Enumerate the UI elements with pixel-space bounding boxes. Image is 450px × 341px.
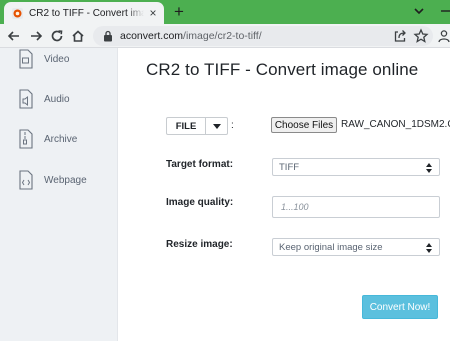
resize-image-value: Keep original image size [279,241,383,253]
share-icon[interactable] [392,28,408,44]
sidebar-item-video[interactable]: Video [18,48,114,70]
lock-icon[interactable] [103,30,113,42]
converter-panel: CR2 to TIFF - Convert image online FILE … [119,48,450,341]
target-format-label: Target format: [166,159,234,170]
convert-now-button[interactable]: Convert Now! [362,295,438,319]
favicon-icon [12,7,23,19]
tab-close-icon[interactable]: × [146,6,160,20]
video-icon [19,49,33,69]
reload-icon[interactable] [49,28,65,44]
sidebar-item-webpage[interactable]: Webpage [18,169,114,191]
select-arrows-icon [426,243,432,253]
caret-down-icon [212,123,221,129]
file-colon: : [231,120,234,131]
sidebar-item-audio[interactable]: Audio [18,88,114,110]
tab-search-chevron-icon[interactable] [412,4,426,18]
url-domain: aconvert.com [120,30,184,42]
file-source-dropdown-toggle[interactable] [206,117,228,135]
tab-bar: CR2 to TIFF - Convert image online × + [0,0,450,24]
choose-files-button[interactable]: Choose Files [271,117,337,133]
target-format-select[interactable]: TIFF [272,158,440,176]
back-arrow-icon[interactable] [6,28,22,44]
bookmark-star-icon[interactable] [413,28,429,44]
target-format-value: TIFF [279,161,300,173]
archive-icon [19,129,33,149]
image-quality-input[interactable]: 1...100 [272,196,440,218]
image-quality-placeholder: 1...100 [281,202,309,212]
browser-toolbar: aconvert.com/image/cr2-to-tiff/ [0,24,450,48]
new-tab-button[interactable]: + [170,3,188,21]
sidebar-item-label: Audio [44,93,70,105]
browser-tab[interactable]: CR2 to TIFF - Convert image online × [4,2,164,24]
file-source-button[interactable]: FILE [166,117,206,135]
sidebar: Video Audio Archive Webpage [0,48,118,341]
webpage-icon [19,170,33,190]
home-icon[interactable] [70,28,86,44]
minimize-icon[interactable] [440,4,450,18]
sidebar-item-archive[interactable]: Archive [18,128,114,150]
sidebar-item-label: Archive [44,133,78,145]
page-title: CR2 to TIFF - Convert image online [146,60,419,79]
forward-arrow-icon[interactable] [28,28,44,44]
sidebar-item-label: Webpage [44,174,87,186]
select-arrows-icon [426,163,432,173]
selected-file-name: RAW_CANON_1DSM2.CR2 [341,119,450,130]
url-path: /image/cr2-to-tiff/ [183,30,262,42]
image-quality-label: Image quality: [166,197,234,208]
address-bar[interactable]: aconvert.com/image/cr2-to-tiff/ [93,26,433,46]
sidebar-item-label: Video [44,53,70,65]
resize-image-select[interactable]: Keep original image size [272,238,440,256]
resize-image-label: Resize image: [166,239,233,250]
url-text[interactable]: aconvert.com/image/cr2-to-tiff/ [120,30,262,42]
profile-icon[interactable] [436,28,450,44]
tab-title: CR2 to TIFF - Convert image online [29,7,144,19]
audio-icon [19,89,33,109]
